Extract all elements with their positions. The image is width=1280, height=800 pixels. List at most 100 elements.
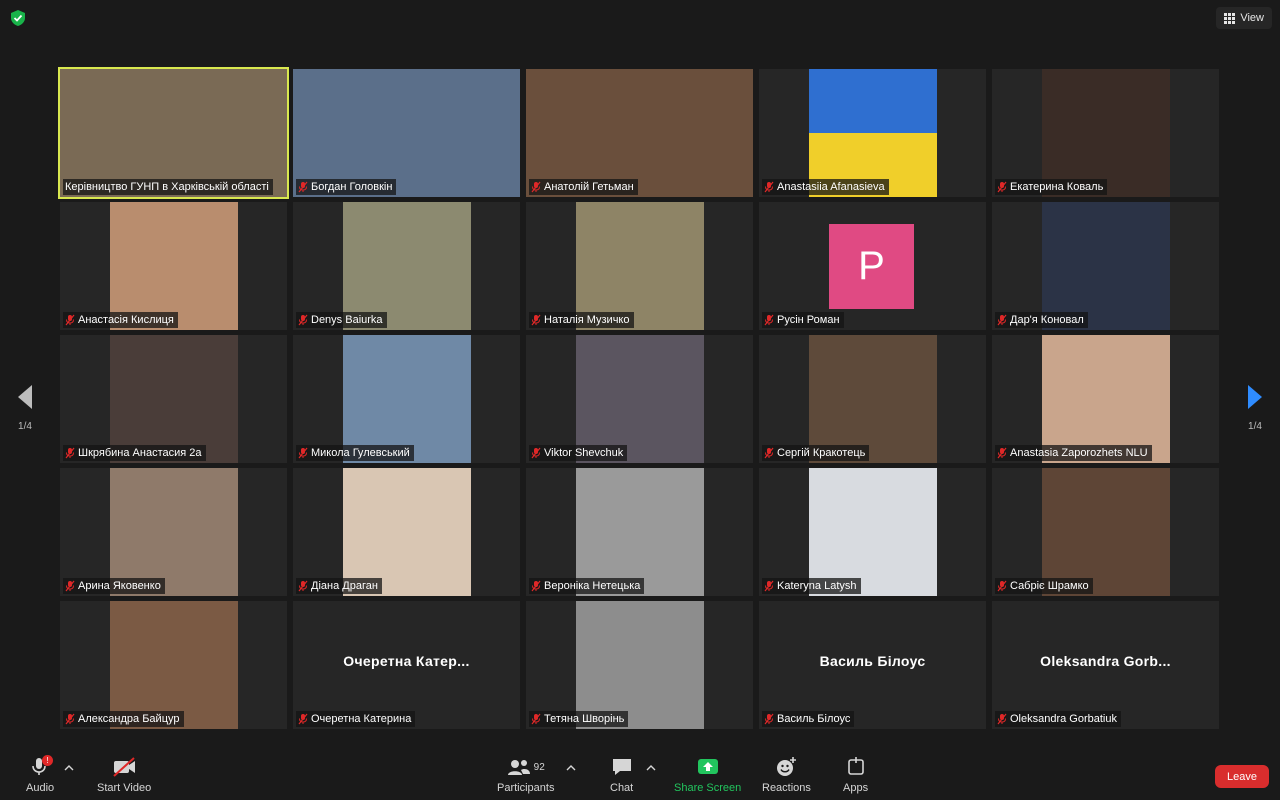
muted-mic-icon [531, 713, 541, 725]
participant-tile[interactable]: Александра Байцур [60, 601, 287, 729]
page-indicator-right: 1/4 [1248, 421, 1262, 432]
participant-name-label: Арина Яковенко [63, 578, 165, 594]
previous-page-button[interactable]: 1/4 [10, 385, 40, 432]
participant-tile[interactable]: Арина Яковенко [60, 468, 287, 596]
participants-icon [507, 760, 530, 775]
participant-avatar: P [829, 224, 914, 309]
participant-name-label: Богдан Головкін [296, 179, 397, 195]
participant-tile[interactable]: Kateryna Latysh [759, 468, 986, 596]
muted-mic-icon [298, 181, 308, 193]
participant-name-label: Сабріє Шрамко [995, 578, 1093, 594]
participant-tile[interactable]: Екатерина Коваль [992, 69, 1219, 197]
participant-name: Анастасія Кислиця [78, 314, 174, 326]
muted-mic-icon [764, 181, 774, 193]
start-video-button[interactable]: Start Video [97, 756, 151, 794]
muted-mic-icon [298, 447, 308, 459]
participants-options-caret[interactable] [566, 764, 576, 772]
shield-icon[interactable] [9, 9, 27, 27]
participant-tile[interactable]: Сергій Кракотець [759, 335, 986, 463]
participants-button[interactable]: 92 Participants [497, 756, 554, 794]
participant-name: Тетяна Шворінь [544, 713, 625, 725]
participant-photo [343, 202, 471, 330]
participant-photo [110, 468, 238, 596]
participant-name: Шкрябина Анастасия 2а [78, 447, 202, 459]
participant-tile[interactable]: Viktor Shevchuk [526, 335, 753, 463]
grid-view-icon [1224, 12, 1236, 24]
participant-tile[interactable]: Микола Гулевський [293, 335, 520, 463]
muted-mic-icon [531, 580, 541, 592]
participant-name: Арина Яковенко [78, 580, 161, 592]
participant-tile[interactable]: Василь Білоус Василь Білоус [759, 601, 986, 729]
participant-tile[interactable]: Сабріє Шрамко [992, 468, 1219, 596]
chat-button[interactable]: Chat [610, 756, 633, 794]
participant-tile[interactable]: Дар'я Коновал [992, 202, 1219, 330]
participant-name: Kateryna Latysh [777, 580, 857, 592]
muted-mic-icon [531, 181, 541, 193]
video-gallery: Керівництво ГУНП в Харківській області Бо… [58, 67, 1220, 731]
participant-tile[interactable]: Очеретна Катер... Очеретна Катерина [293, 601, 520, 729]
muted-mic-icon [997, 580, 1007, 592]
participant-display-name: Oleksandra Gorb... [1040, 653, 1171, 669]
participant-name-label: Анатолій Гетьман [529, 179, 638, 195]
participant-tile[interactable]: Oleksandra Gorb... Oleksandra Gorbatiuk [992, 601, 1219, 729]
participant-photo [576, 601, 704, 729]
participant-tile[interactable]: Denys Baiurka [293, 202, 520, 330]
apps-button[interactable]: Apps [843, 756, 868, 794]
next-page-button[interactable]: 1/4 [1240, 385, 1270, 432]
participant-photo [809, 468, 937, 596]
audio-options-caret[interactable] [64, 764, 74, 772]
participant-name-label: Анастасія Кислиця [63, 312, 178, 328]
participant-tile[interactable]: Керівництво ГУНП в Харківській області [58, 67, 289, 199]
participant-name: Вероніка Нетецька [544, 580, 641, 592]
participant-photo [809, 69, 937, 197]
participant-name-label: Дар'я Коновал [995, 312, 1088, 328]
chat-options-caret[interactable] [646, 764, 656, 772]
participant-tile[interactable]: Наталія Музичко [526, 202, 753, 330]
participant-tile[interactable]: Діана Драган [293, 468, 520, 596]
participant-photo [343, 468, 471, 596]
muted-mic-icon [997, 713, 1007, 725]
muted-mic-icon [65, 713, 75, 725]
participant-name-label: Василь Білоус [762, 711, 855, 727]
participant-name: Александра Байцур [78, 713, 180, 725]
participant-tile[interactable]: Anastasia Zaporozhets NLU [992, 335, 1219, 463]
participant-photo [576, 202, 704, 330]
participant-photo [1042, 335, 1170, 463]
reactions-button[interactable]: Reactions [762, 756, 811, 794]
participant-photo [576, 468, 704, 596]
participant-photo [809, 335, 937, 463]
participant-tile[interactable]: Богдан Головкін [293, 69, 520, 197]
video-off-icon [113, 757, 136, 777]
participant-name: Сергій Кракотець [777, 447, 866, 459]
participant-name: Екатерина Коваль [1010, 181, 1104, 193]
muted-mic-icon [997, 447, 1007, 459]
participant-tile[interactable]: P Русін Роман [759, 202, 986, 330]
muted-mic-icon [997, 314, 1007, 326]
participant-name-label: Русін Роман [762, 312, 844, 328]
participant-name: Viktor Shevchuk [544, 447, 624, 459]
participant-name-label: Александра Байцур [63, 711, 184, 727]
participant-tile[interactable]: Anastasiia Afanasieva [759, 69, 986, 197]
participant-name: Denys Baiurka [311, 314, 383, 326]
share-screen-button[interactable]: Share Screen [674, 756, 741, 794]
participant-photo [343, 335, 471, 463]
participant-photo [1042, 202, 1170, 330]
participant-tile[interactable]: Анатолій Гетьман [526, 69, 753, 197]
muted-mic-icon [764, 580, 774, 592]
share-screen-label: Share Screen [674, 782, 742, 794]
muted-mic-icon [764, 713, 774, 725]
muted-mic-icon [65, 580, 75, 592]
participant-video [526, 69, 753, 197]
view-button[interactable]: View [1216, 7, 1272, 29]
participant-name: Василь Білоус [777, 713, 851, 725]
muted-mic-icon [65, 447, 75, 459]
participant-tile[interactable]: Тетяна Шворінь [526, 601, 753, 729]
participant-tile[interactable]: Анастасія Кислиця [60, 202, 287, 330]
share-screen-icon [697, 759, 718, 774]
leave-button[interactable]: Leave [1215, 765, 1269, 788]
participant-tile[interactable]: Вероніка Нетецька [526, 468, 753, 596]
participant-tile[interactable]: Шкрябина Анастасия 2а [60, 335, 287, 463]
muted-mic-icon [531, 447, 541, 459]
participant-video [60, 69, 287, 197]
participants-count: 92 [533, 761, 545, 773]
